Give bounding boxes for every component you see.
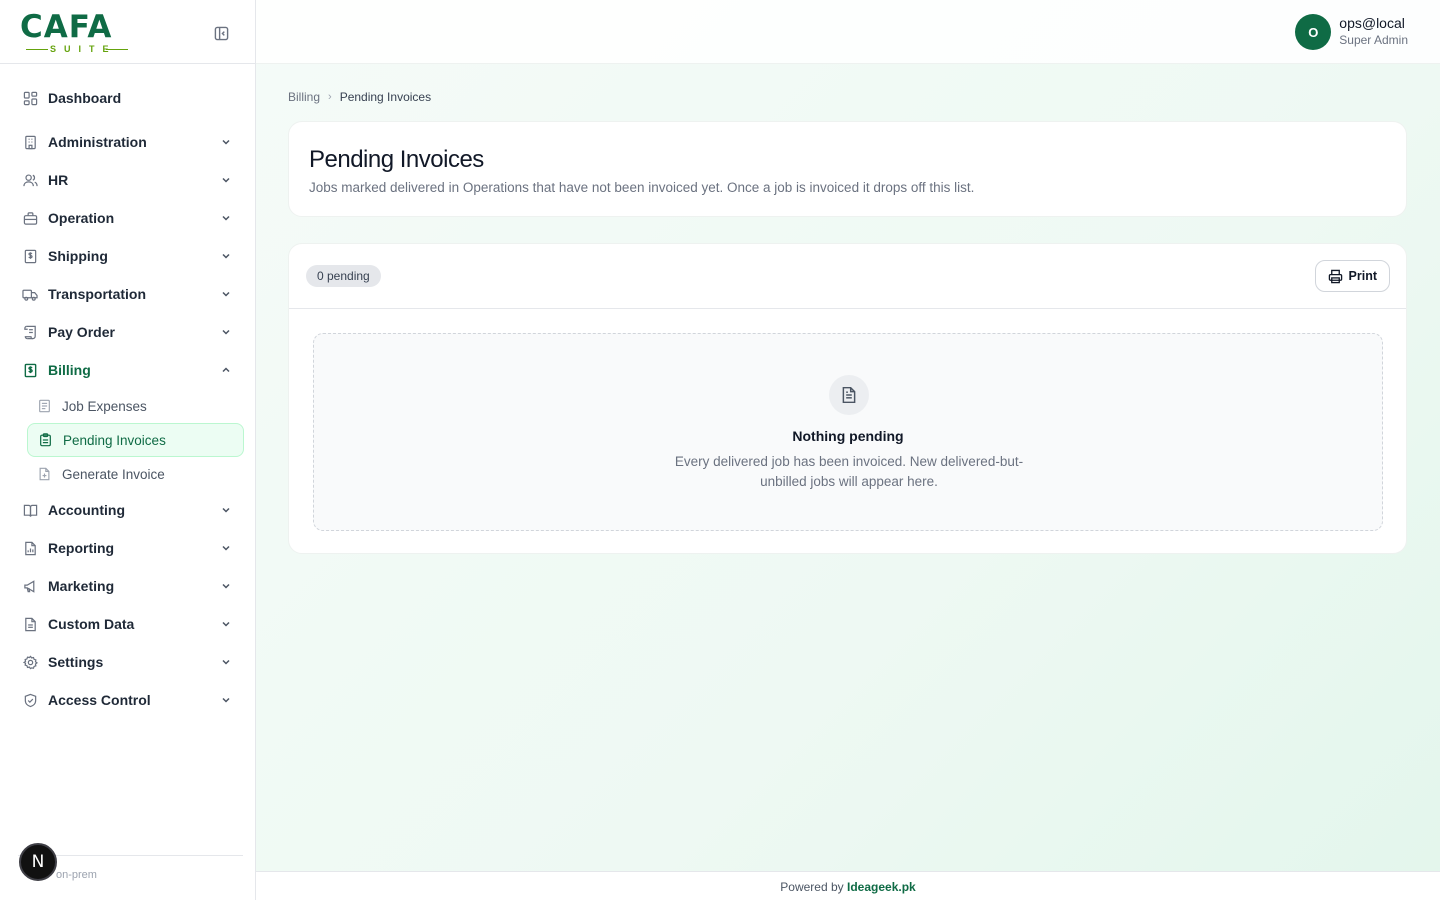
page-footer: Powered by Ideageek.pk: [256, 871, 1440, 900]
footer-prefix: Powered by: [780, 880, 844, 894]
chevron-down-icon: [222, 507, 230, 513]
user-name: ops@local: [1339, 15, 1405, 31]
shield-icon: [22, 692, 38, 708]
grid-icon: [22, 90, 38, 106]
breadcrumb-billing[interactable]: Billing: [288, 90, 320, 104]
logo-main: CAFA: [20, 9, 113, 45]
logo-line-right: [106, 49, 128, 50]
sidebar-item-custom-data[interactable]: Custom Data: [14, 607, 242, 641]
chart-doc-icon: [22, 540, 38, 556]
file-plus-icon: [37, 467, 51, 481]
empty-state-title: Nothing pending: [792, 428, 904, 444]
briefcase-icon: [22, 210, 38, 226]
page-header-card: Pending Invoices Jobs marked delivered i…: [288, 121, 1407, 217]
sidebar-item-hr[interactable]: HR: [14, 163, 242, 197]
book-icon: [22, 502, 38, 518]
chevron-right-icon: ›: [328, 91, 332, 103]
logo-area: CAFA SUITE: [0, 0, 255, 64]
megaphone-icon: [22, 578, 38, 594]
sidebar-subitem-pending-invoices[interactable]: Pending Invoices: [27, 423, 244, 457]
breadcrumb: Billing › Pending Invoices: [288, 90, 431, 104]
sidebar-item-label: Shipping: [48, 248, 108, 264]
print-button[interactable]: Print: [1314, 260, 1390, 292]
sidebar-item-label: HR: [48, 172, 69, 188]
document-icon: [829, 375, 869, 415]
gear-icon: [22, 654, 38, 670]
sidebar-item-marketing[interactable]: Marketing: [14, 569, 242, 603]
sidebar: CAFA SUITE Dashboard Administration HR O…: [0, 0, 256, 900]
sidebar-item-pay-order[interactable]: Pay Order: [14, 315, 242, 349]
sidebar-subitem-label: Job Expenses: [62, 398, 147, 414]
sidebar-item-billing[interactable]: Billing: [14, 353, 242, 387]
footer-brand-link[interactable]: Ideageek.pk: [847, 880, 916, 894]
sidebar-item-label: Operation: [48, 210, 115, 226]
chevron-down-icon: [222, 697, 230, 703]
chevron-down-icon: [222, 583, 230, 589]
print-label: Print: [1348, 269, 1377, 283]
sidebar-item-administration[interactable]: Administration: [14, 125, 242, 159]
users-icon: [22, 172, 38, 188]
chevron-down-icon: [222, 621, 230, 627]
main-content: O ops@local Super Admin Billing › Pendin…: [256, 0, 1440, 900]
dev-tools-badge[interactable]: N: [19, 843, 57, 881]
sidebar-item-reporting[interactable]: Reporting: [14, 531, 242, 565]
sidebar-item-shipping[interactable]: Shipping: [14, 239, 242, 273]
sidebar-item-label: Reporting: [48, 540, 115, 556]
page-description: Jobs marked delivered in Operations that…: [309, 180, 975, 195]
empty-state-description: Every delivered job has been invoiced. N…: [674, 454, 1024, 489]
chevron-down-icon: [222, 215, 230, 221]
pending-invoices-card: 0 pending Print Nothing pending Every de…: [288, 243, 1407, 554]
building-icon: [22, 134, 38, 150]
sidebar-item-label: Marketing: [48, 578, 115, 594]
sidebar-item-label: Settings: [48, 654, 104, 670]
scroll-icon: [22, 324, 38, 340]
sidebar-item-label: Custom Data: [48, 616, 135, 632]
empty-state: Nothing pending Every delivered job has …: [313, 333, 1383, 531]
sidebar-subitem-generate-invoice[interactable]: Generate Invoice: [27, 457, 244, 491]
sidebar-subitem-job-expenses[interactable]: Job Expenses: [27, 389, 244, 423]
ship-doc-icon: [22, 248, 38, 264]
sidebar-item-label: Administration: [48, 134, 147, 150]
chevron-down-icon: [222, 659, 230, 665]
topbar: O ops@local Super Admin: [256, 0, 1440, 64]
logo-line-left: [26, 49, 48, 50]
printer-icon: [1328, 269, 1342, 283]
sidebar-item-label: Accounting: [48, 502, 125, 518]
chevron-up-icon: [222, 367, 230, 373]
clipboard-icon: [38, 433, 52, 447]
sidebar-collapse-button[interactable]: [212, 24, 230, 42]
dollar-doc-icon: [22, 362, 38, 378]
receipt-icon: [37, 399, 51, 413]
sidebar-item-label: Access Control: [48, 692, 151, 708]
user-role: Super Admin: [1339, 33, 1408, 47]
pending-count-badge: 0 pending: [306, 265, 381, 287]
chevron-down-icon: [222, 139, 230, 145]
sidebar-item-operation[interactable]: Operation: [14, 201, 242, 235]
avatar: O: [1295, 14, 1332, 50]
chevron-down-icon: [222, 329, 230, 335]
page-title: Pending Invoices: [309, 146, 484, 173]
user-menu[interactable]: O ops@local Super Admin: [1295, 14, 1408, 50]
truck-icon: [22, 286, 38, 302]
breadcrumb-current: Pending Invoices: [339, 90, 432, 104]
chevron-down-icon: [222, 177, 230, 183]
chevron-down-icon: [222, 545, 230, 551]
chevron-down-icon: [222, 291, 230, 297]
sidebar-item-accounting[interactable]: Accounting: [14, 493, 242, 527]
sidebar-subitem-label: Pending Invoices: [63, 432, 166, 448]
sidebar-item-label: Billing: [48, 362, 91, 378]
sidebar-item-label: Dashboard: [48, 90, 122, 106]
sidebar-item-access-control[interactable]: Access Control: [14, 683, 242, 717]
sidebar-item-dashboard[interactable]: Dashboard: [14, 81, 242, 115]
sidebar-item-label: Transportation: [48, 286, 147, 302]
file-icon: [22, 616, 38, 632]
card-toolbar: 0 pending Print: [289, 244, 1406, 309]
sidebar-item-transportation[interactable]: Transportation: [14, 277, 242, 311]
sidebar-subitem-label: Generate Invoice: [62, 466, 165, 482]
sidebar-item-settings[interactable]: Settings: [14, 645, 242, 679]
logo[interactable]: CAFA SUITE: [20, 10, 132, 54]
panel-left-icon: [214, 26, 228, 40]
sidebar-item-label: Pay Order: [48, 324, 115, 340]
chevron-down-icon: [222, 253, 230, 259]
